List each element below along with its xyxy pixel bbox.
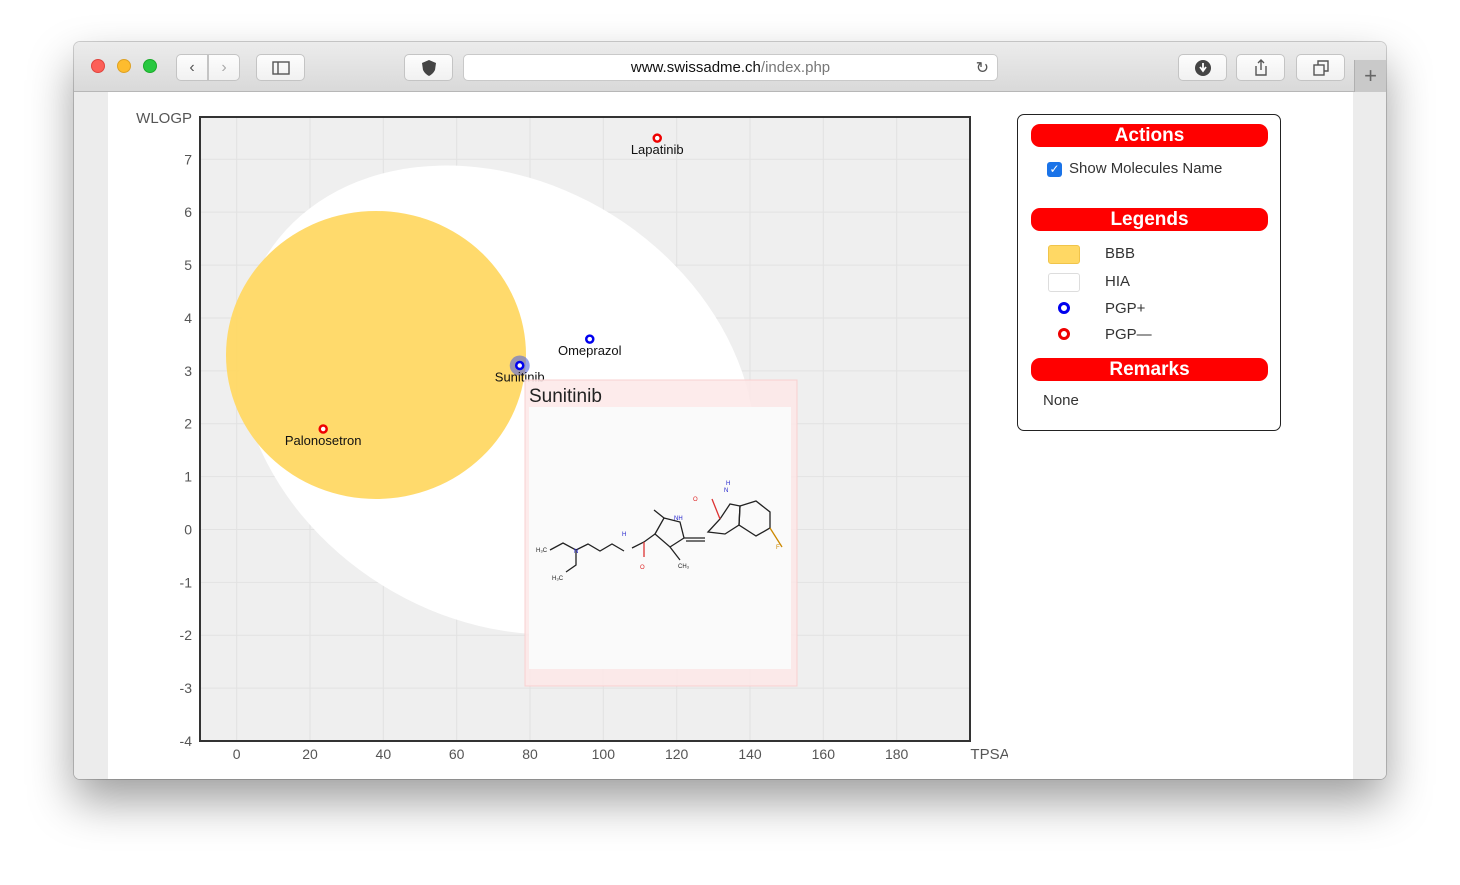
y-tick-label: 6 [184,204,192,220]
remarks-text: None [1043,392,1079,409]
molecule-point[interactable] [514,360,525,371]
sidebar-icon [271,60,290,75]
reload-icon[interactable]: ↻ [976,58,989,78]
browser-window: ‹ › www.swissadme.ch/index.php ↻ + Lapat… [74,42,1386,779]
y-tick-label: -2 [180,627,193,643]
chevron-left-icon: ‹ [189,58,195,76]
atom-label: NH [674,516,683,522]
pgp-minus-marker-icon [1058,328,1070,340]
x-tick-label: 100 [592,746,616,762]
y-tick-label: 0 [184,521,192,537]
zoom-window-button[interactable] [143,59,157,73]
atom-label: H₃C [552,576,564,582]
x-tick-label: 20 [302,746,318,762]
x-tick-label: 120 [665,746,689,762]
atom-label: N [574,549,578,555]
legends-header: Legends [1031,208,1268,231]
molecule-label: Lapatinib [631,142,684,157]
sidebar-toggle-button[interactable] [256,54,305,81]
molecule-label: Palonosetron [285,433,362,448]
actions-header: Actions [1031,124,1268,147]
chevron-right-icon: › [221,58,227,76]
x-tick-label: 0 [233,746,241,762]
y-tick-label: 1 [184,469,192,485]
y-tick-label: -1 [180,574,193,590]
y-tick-label: -3 [180,680,193,696]
molecule-point[interactable] [585,334,595,344]
molecule-point[interactable] [318,424,328,434]
molecule-point[interactable] [652,133,662,143]
url-path: /index.php [760,59,831,76]
legend-label-pgp-plus: PGP+ [1105,300,1146,317]
new-tab-button[interactable]: + [1354,60,1386,92]
remarks-header: Remarks [1031,358,1268,381]
show-names-label[interactable]: Show Molecules Name [1069,160,1222,177]
y-tick-label: 2 [184,416,192,432]
hia-swatch [1048,273,1080,292]
y-tick-label: 7 [184,151,192,167]
y-tick-label: -4 [180,733,193,749]
download-icon [1194,59,1211,76]
address-bar[interactable]: www.swissadme.ch/index.php ↻ [463,54,998,81]
plus-icon: + [1364,63,1377,88]
x-tick-label: 160 [812,746,836,762]
legend-label-hia: HIA [1105,273,1131,290]
close-window-button[interactable] [91,59,105,73]
atom-label: CH₃ [678,564,690,570]
x-tick-label: 180 [885,746,909,762]
share-button[interactable] [1236,54,1285,81]
tabs-overview-button[interactable] [1296,54,1345,81]
atom-label: F [776,545,780,551]
chart-svg[interactable]: LapatinibOmeprazolSunitinibPalonosetron … [108,92,1009,779]
web-page: Lapatinib Omeprazol Sunitinib Palonosetron … [108,92,1353,779]
downloads-button[interactable] [1178,54,1227,81]
show-names-checkbox[interactable]: ✓ [1047,162,1062,177]
y-axis-ticks: -4 -3 -2 -1 0 1 2 3 4 5 6 7 [180,151,193,749]
atom-label: N [724,488,728,494]
forward-button[interactable]: › [208,54,240,81]
minimize-window-button[interactable] [117,59,131,73]
share-icon [1254,58,1267,76]
pgp-plus-marker-icon [1058,302,1070,314]
legend-label-pgp-minus: PGP— [1105,326,1152,343]
y-tick-label: 3 [184,363,192,379]
browser-content: Lapatinib Omeprazol Sunitinib Palonosetron … [74,92,1386,779]
atom-label: O [693,497,698,503]
side-panel: Actions ✓ Show Molecules Name Legends BB… [1017,114,1281,431]
x-axis-label: TPSA [970,746,1008,763]
legend-label-bbb: BBB [1105,245,1136,262]
x-axis-ticks: 0 20 40 60 80 100 120 140 160 180 [233,746,909,762]
boiled-egg-plot[interactable]: Lapatinib Omeprazol Sunitinib Palonosetron … [108,92,1009,779]
atom-label: H [622,532,626,538]
browser-toolbar: ‹ › www.swissadme.ch/index.php ↻ + [74,42,1386,92]
atom-label: H₃C [536,548,548,554]
bbb-region [226,210,526,499]
url-host: www.swissadme.ch [630,59,761,76]
x-tick-label: 140 [738,746,762,762]
y-axis-label: WLOGP [136,110,192,127]
shield-icon [421,59,436,76]
bbb-swatch [1048,245,1080,264]
y-tick-label: 4 [184,310,192,326]
y-tick-label: 5 [184,257,192,273]
x-tick-label: 80 [522,746,538,762]
x-tick-label: 60 [449,746,465,762]
atom-label: H [726,481,730,487]
privacy-shield-button[interactable] [404,54,453,81]
checkmark-icon: ✓ [1049,162,1060,176]
tooltip-title: Sunitinib [529,386,602,407]
molecule-tooltip: Sunitinib H₃C NH N H O F CH₃ H₃C N H O [524,379,798,687]
molecule-label: Omeprazol [558,343,622,358]
atom-label: O [640,565,645,571]
back-button[interactable]: ‹ [176,54,208,81]
tabs-icon [1312,59,1329,76]
x-tick-label: 40 [376,746,392,762]
